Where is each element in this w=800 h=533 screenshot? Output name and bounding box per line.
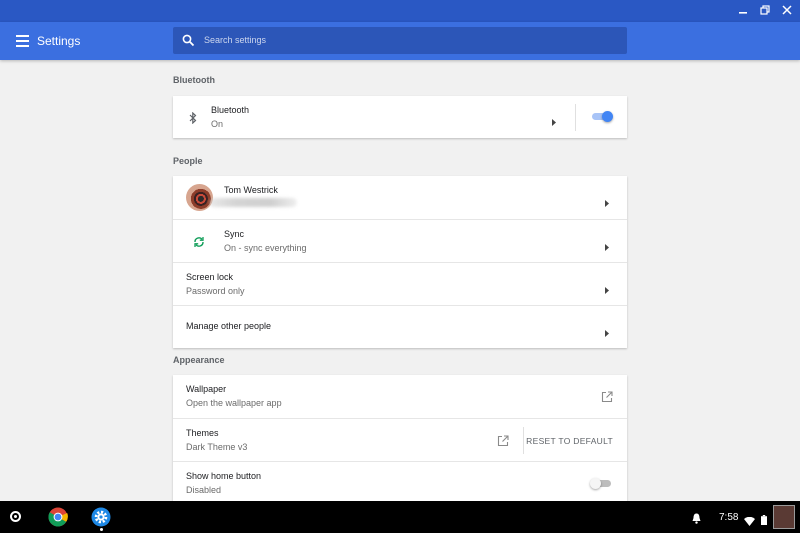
bluetooth-icon [189,111,197,129]
manage-people-title: Manage other people [186,321,272,331]
wifi-icon[interactable] [744,513,755,531]
window-titlebar [0,0,800,22]
avatar [186,184,213,211]
screen-lock-title: Screen lock [186,272,234,282]
active-app-indicator [100,528,103,531]
section-title-bluetooth: Bluetooth [173,75,215,85]
settings-icon[interactable] [91,507,111,527]
sync-row[interactable]: Sync On - sync everything [173,219,627,262]
sync-icon [193,235,205,253]
wallpaper-subtitle: Open the wallpaper app [186,398,282,408]
open-external-icon[interactable] [497,434,509,452]
divider [575,104,576,131]
chevron-right-icon[interactable] [604,238,610,251]
appearance-card: Wallpaper Open the wallpaper app Themes … [173,375,627,501]
home-button-title: Show home button [186,471,262,481]
wallpaper-row[interactable]: Wallpaper Open the wallpaper app [173,375,627,418]
hamburger-menu-icon[interactable] [16,34,29,47]
sync-status: On - sync everything [224,243,307,253]
user-avatar-tray[interactable] [773,505,795,529]
bluetooth-toggle[interactable] [592,111,613,122]
sync-title: Sync [224,229,245,239]
search-placeholder: Search settings [204,35,267,45]
page-title: Settings [37,34,81,48]
chevron-right-icon[interactable] [604,324,610,337]
home-button-status: Disabled [186,485,222,495]
chrome-icon[interactable] [48,507,68,527]
bluetooth-card: Bluetooth On [173,96,627,138]
bluetooth-title: Bluetooth [211,105,250,115]
restore-icon[interactable] [758,2,772,18]
account-email-redacted [209,198,297,207]
close-icon[interactable] [780,2,794,18]
notification-bell-icon[interactable] [692,511,701,529]
themes-subtitle: Dark Theme v3 [186,442,248,452]
themes-title: Themes [186,428,219,438]
screen-lock-row[interactable]: Screen lock Password only [173,262,627,305]
battery-icon[interactable] [761,512,767,530]
launcher-icon[interactable] [10,511,21,522]
themes-row[interactable]: Themes Dark Theme v3 RESET TO DEFAULT [173,418,627,461]
bluetooth-status: On [211,119,224,129]
open-external-icon[interactable] [601,390,613,408]
chevron-right-icon[interactable] [604,281,610,294]
reset-to-default-button[interactable]: RESET TO DEFAULT [526,436,613,446]
home-button-toggle[interactable] [590,478,611,489]
chevron-right-icon[interactable] [604,194,610,207]
app-header: Settings Search settings [0,22,800,60]
section-title-people: People [173,156,203,166]
home-button-row[interactable]: Show home button Disabled [173,461,627,501]
clock[interactable]: 7:58 [719,512,738,523]
bluetooth-row[interactable]: Bluetooth On [173,96,627,138]
people-card: Tom Westrick Sync On - sync everything S… [173,176,627,348]
account-name: Tom Westrick [224,185,278,195]
shelf [0,501,800,533]
wallpaper-title: Wallpaper [186,384,227,394]
search-icon [182,34,195,47]
minimize-icon[interactable] [736,2,750,18]
divider [523,427,524,454]
section-title-appearance: Appearance [173,355,225,365]
manage-people-row[interactable]: Manage other people [173,305,627,348]
chevron-right-icon[interactable] [551,113,557,126]
screen-lock-status: Password only [186,286,245,296]
account-row[interactable]: Tom Westrick [173,176,627,219]
search-input[interactable]: Search settings [173,27,627,54]
